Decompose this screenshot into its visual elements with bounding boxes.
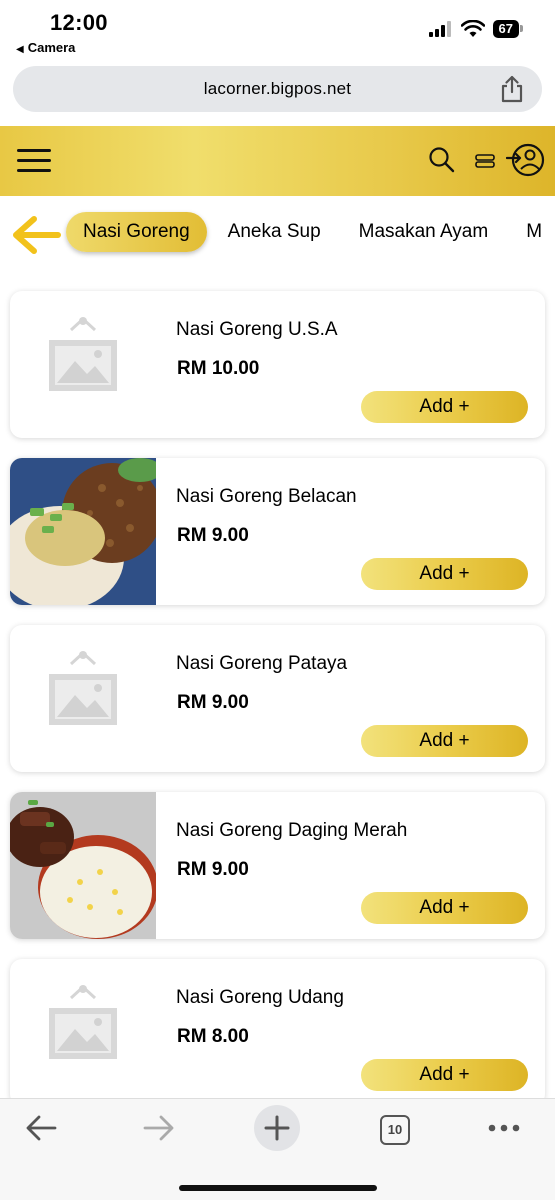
product-name: Nasi Goreng Belacan [176,486,357,507]
product-card[interactable]: Nasi Goreng Udang RM 8.00 Add + [10,959,545,1106]
category-tab-next[interactable]: M [509,212,555,252]
back-arrow-icon[interactable] [24,1113,58,1143]
product-name: Nasi Goreng Pataya [176,653,348,674]
product-photo [10,792,156,939]
add-to-cart-button[interactable]: Add + [361,391,528,423]
product-price: RM 9.00 [177,692,249,713]
add-to-cart-button[interactable]: Add + [361,558,528,590]
product-photo [10,458,156,605]
url-text[interactable]: lacorner.bigpos.net [13,79,542,99]
share-icon[interactable] [498,74,526,104]
product-card[interactable]: Nasi Goreng Daging Merah RM 9.00 Add + [10,792,545,939]
product-image-placeholder [10,625,156,772]
product-list: Nasi Goreng U.S.A RM 10.00 Add + Nasi Go… [10,291,545,1126]
product-price: RM 10.00 [177,358,260,379]
search-icon[interactable] [428,146,456,174]
category-tab-nasi-goreng[interactable]: Nasi Goreng [66,212,207,252]
scroll-left-arrow-icon[interactable] [10,215,62,255]
tab-count-button[interactable]: 10 [380,1115,410,1145]
category-tab-masakan-ayam[interactable]: Masakan Ayam [342,212,506,252]
plus-icon [264,1115,290,1141]
status-time: 12:00 [50,10,108,35]
more-options-icon[interactable] [488,1124,520,1132]
add-to-cart-button[interactable]: Add + [361,892,528,924]
menu-icon[interactable] [17,147,51,175]
product-price: RM 9.00 [177,859,249,880]
product-price: RM 9.00 [177,525,249,546]
product-name: Nasi Goreng U.S.A [176,319,338,340]
image-placeholder-icon [49,650,117,725]
browser-toolbar: 10 [0,1098,555,1200]
category-bar: Nasi Goreng Aneka Sup Masakan Ayam M [0,205,555,261]
product-price: RM 8.00 [177,1026,249,1047]
status-bar: 12:00 ◀ Camera 67 [0,0,555,62]
product-card[interactable]: Nasi Goreng Belacan RM 9.00 Add + [10,458,545,605]
product-name: Nasi Goreng Udang [176,987,344,1008]
add-to-cart-button[interactable]: Add + [361,1059,528,1091]
site-header [0,126,555,196]
cellular-signal-icon [428,21,451,37]
login-icon[interactable] [506,142,546,178]
back-app-label: Camera [27,40,76,55]
new-tab-button[interactable] [254,1105,300,1151]
home-indicator [179,1185,377,1191]
category-tab-aneka-sup[interactable]: Aneka Sup [211,212,338,252]
address-bar[interactable]: lacorner.bigpos.net [13,66,542,112]
product-card[interactable]: Nasi Goreng Pataya RM 9.00 Add + [10,625,545,772]
product-name: Nasi Goreng Daging Merah [176,820,408,841]
status-icons: 67 [428,20,524,38]
product-card[interactable]: Nasi Goreng U.S.A RM 10.00 Add + [10,291,545,438]
forward-arrow-icon[interactable] [142,1113,176,1143]
list-icon[interactable] [474,152,496,170]
back-to-app-link[interactable]: ◀ Camera [16,40,75,55]
battery-indicator: 67 [492,20,524,38]
product-image-placeholder [10,959,156,1106]
add-to-cart-button[interactable]: Add + [361,725,528,757]
back-triangle-icon: ◀ [16,44,24,55]
product-image-placeholder [10,291,156,438]
wifi-icon [460,20,485,37]
category-list: Nasi Goreng Aneka Sup Masakan Ayam M [66,212,555,252]
image-placeholder-icon [49,316,117,391]
image-placeholder-icon [49,984,117,1059]
